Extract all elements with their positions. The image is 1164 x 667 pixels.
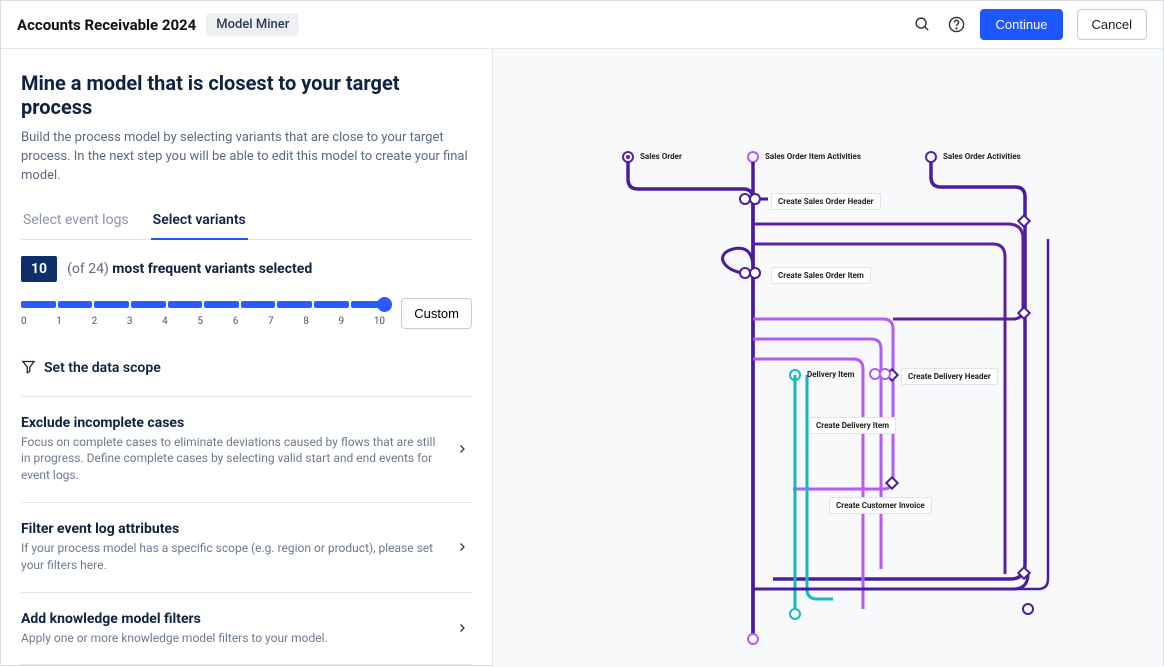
scope-text: Filter event log attributes If your proc…: [21, 521, 444, 574]
node-create-so-header: Create Sales Order Header: [771, 193, 881, 210]
continue-button[interactable]: Continue: [980, 9, 1062, 40]
tab-event-logs[interactable]: Select event logs: [21, 204, 131, 240]
slider-track[interactable]: [21, 300, 385, 310]
scope-list: Exclude incomplete cases Focus on comple…: [21, 396, 472, 666]
tick: 4: [162, 316, 168, 327]
tick: 5: [197, 316, 203, 327]
data-scope-header: Set the data scope: [21, 359, 472, 378]
node-create-delivery-header: Create Delivery Header: [901, 368, 998, 385]
tick: 7: [268, 316, 274, 327]
process-diagram: [493, 49, 1164, 667]
scope-desc: Focus on complete cases to eliminate dev…: [21, 434, 444, 484]
tab-select-variants[interactable]: Select variants: [151, 204, 248, 240]
cancel-button[interactable]: Cancel: [1077, 9, 1147, 40]
tick: 6: [233, 316, 239, 327]
tick: 9: [339, 316, 345, 327]
content: Mine a model that is closest to your tar…: [1, 49, 1163, 667]
variant-count-badge: 10: [21, 256, 57, 282]
slider-thumb[interactable]: [377, 297, 392, 312]
scope-text: Add knowledge model filters Apply one or…: [21, 611, 444, 647]
diagram-panel[interactable]: Sales Order Sales Order Item Activities …: [493, 49, 1163, 667]
scope-item-filter-attributes[interactable]: Filter event log attributes If your proc…: [21, 502, 472, 592]
header-right: Continue Cancel: [912, 9, 1147, 40]
variant-slider[interactable]: 0 1 2 3 4 5 6 7 8 9 10: [21, 300, 385, 327]
scope-header-label: Set the data scope: [44, 360, 161, 376]
filter-icon: [21, 359, 36, 378]
custom-button[interactable]: Custom: [401, 298, 472, 329]
node-so-activities: Sales Order Activities: [941, 152, 1023, 161]
chevron-right-icon: [456, 440, 468, 459]
variants-summary: 10 (of 24) most frequent variants select…: [21, 256, 472, 282]
scope-title: Add knowledge model filters: [21, 611, 444, 627]
variants-text: (of 24) most frequent variants selected: [67, 261, 312, 277]
header: Accounts Receivable 2024 Model Miner Con…: [1, 1, 1163, 49]
slider-ticks: 0 1 2 3 4 5 6 7 8 9 10: [21, 316, 385, 327]
search-icon[interactable]: [912, 15, 932, 35]
tick: 1: [56, 316, 62, 327]
tick: 2: [92, 316, 98, 327]
scope-item-knowledge-filters[interactable]: Add knowledge model filters Apply one or…: [21, 592, 472, 666]
left-panel: Mine a model that is closest to your tar…: [1, 49, 493, 667]
slider-row: 0 1 2 3 4 5 6 7 8 9 10 Custom: [21, 300, 472, 329]
node-so-item-activities: Sales Order Item Activities: [763, 152, 863, 161]
chevron-right-icon: [456, 538, 468, 557]
scope-desc: If your process model has a specific sco…: [21, 540, 444, 574]
node-create-customer-invoice: Create Customer Invoice: [829, 497, 932, 514]
tick: 10: [374, 316, 385, 327]
node-sales-order: Sales Order: [638, 152, 684, 161]
page-description: Build the process model by selecting var…: [21, 129, 472, 186]
page-title: Mine a model that is closest to your tar…: [21, 71, 472, 119]
header-left: Accounts Receivable 2024 Model Miner: [17, 13, 299, 36]
scope-title: Filter event log attributes: [21, 521, 444, 537]
tick: 0: [21, 316, 27, 327]
tick: 8: [303, 316, 309, 327]
node-delivery-item: Delivery Item: [805, 370, 856, 379]
scope-desc: Apply one or more knowledge model filter…: [21, 630, 444, 647]
help-icon[interactable]: [946, 15, 966, 35]
tabs: Select event logs Select variants: [21, 204, 472, 240]
node-create-delivery-item: Create Delivery Item: [809, 417, 896, 434]
node-create-so-item: Create Sales Order Item: [771, 267, 871, 284]
scope-title: Exclude incomplete cases: [21, 415, 444, 431]
variants-label: most frequent variants selected: [112, 261, 312, 277]
tick: 3: [127, 316, 133, 327]
app-title: Accounts Receivable 2024: [17, 16, 196, 34]
chevron-right-icon: [456, 619, 468, 638]
variants-of: (of 24): [67, 261, 109, 277]
scope-text: Exclude incomplete cases Focus on comple…: [21, 415, 444, 484]
scope-item-exclude-incomplete[interactable]: Exclude incomplete cases Focus on comple…: [21, 396, 472, 502]
context-chip[interactable]: Model Miner: [206, 13, 299, 36]
